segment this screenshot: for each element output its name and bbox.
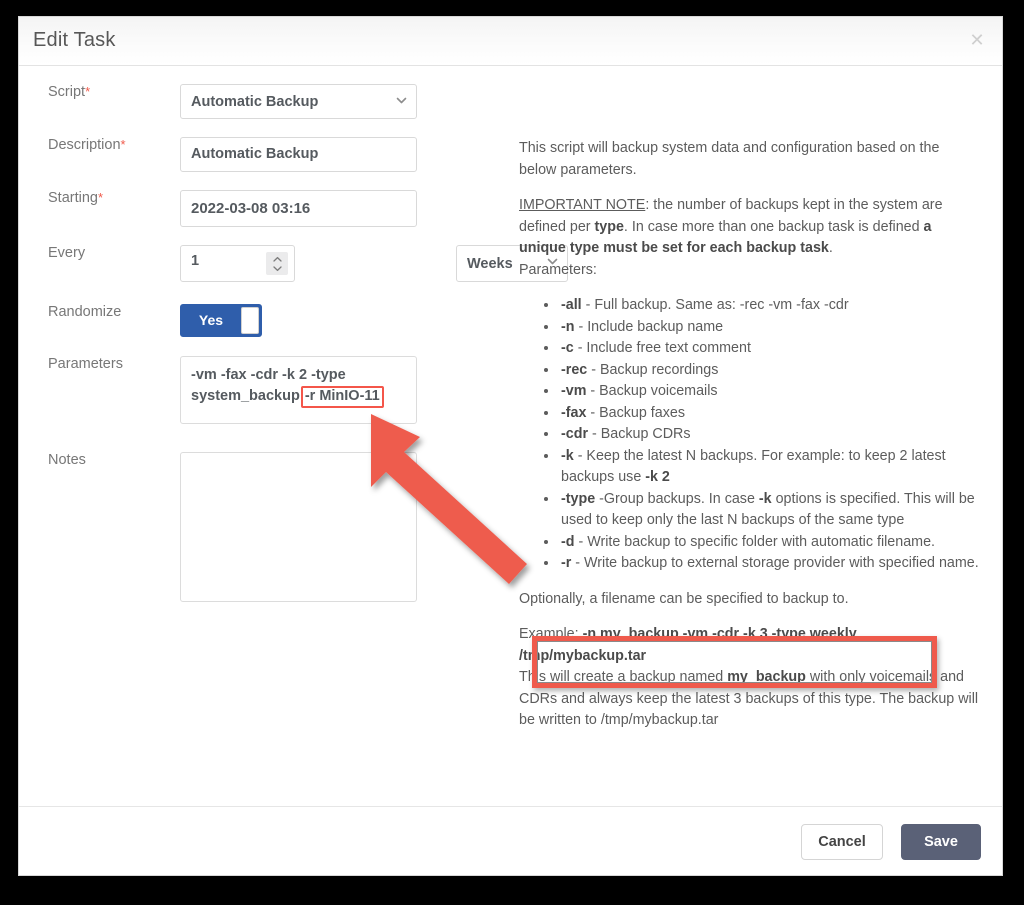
flag-desc: - Keep the latest N backups. For example… bbox=[561, 447, 946, 486]
script-label: Script* bbox=[48, 84, 91, 100]
required-asterisk: * bbox=[97, 190, 104, 205]
note-part3: . bbox=[828, 240, 833, 256]
every-number-wrap: 1 bbox=[180, 245, 295, 282]
randomize-toggle-label: Yes bbox=[198, 312, 224, 328]
every-value: 1 bbox=[191, 253, 200, 269]
flag-label: -type bbox=[561, 490, 596, 507]
flag-desc: - Write backup to external storage provi… bbox=[571, 555, 979, 571]
script-select-control: Automatic Backup bbox=[180, 84, 417, 119]
flag-desc-bold: -k 2 bbox=[645, 469, 670, 485]
flag-desc: - Full backup. Same as: -rec -vm -fax -c… bbox=[581, 297, 849, 313]
screenshot-root: Edit Task ✕ Script* Automatic Backup Des… bbox=[0, 0, 1024, 905]
list-item-type: -type -Group backups. In case -k options… bbox=[559, 489, 979, 532]
spinner-updown-icon[interactable] bbox=[266, 252, 288, 275]
list-item-r: -r - Write backup to external storage pr… bbox=[559, 553, 979, 575]
flag-desc-bold: -k bbox=[758, 490, 772, 507]
list-item: -all - Full backup. Same as: -rec -vm -f… bbox=[559, 295, 979, 317]
important-note-label: IMPORTANT NOTE bbox=[519, 197, 646, 213]
flag-label: -rec bbox=[561, 361, 588, 378]
starting-value: 2022-03-08 03:16 bbox=[191, 200, 311, 217]
list-item: -cdr - Backup CDRs bbox=[559, 424, 979, 446]
save-button[interactable]: Save bbox=[901, 824, 981, 860]
notes-label: Notes bbox=[48, 452, 86, 468]
list-item-d: -d - Write backup to specific folder wit… bbox=[559, 532, 979, 554]
dialog-header: Edit Task ✕ bbox=[19, 17, 1002, 66]
starting-label: Starting* bbox=[48, 190, 104, 206]
list-item: -c - Include free text comment bbox=[559, 338, 979, 360]
dialog-body: Script* Automatic Backup Description* Au… bbox=[19, 66, 1002, 806]
required-asterisk: * bbox=[85, 84, 91, 99]
dialog-title: Edit Task bbox=[33, 29, 116, 51]
parameters-heading: Parameters: bbox=[519, 261, 597, 278]
parameters-control: -vm -fax -cdr -k 2 -type system_backup -r… bbox=[180, 356, 417, 424]
help-example: Example: -n my_backup -vm -cdr -k 3 -typ… bbox=[519, 624, 979, 732]
note-part2: . In case more than one backup task is d… bbox=[623, 218, 924, 235]
flag-desc: -Group backups. In case bbox=[595, 490, 759, 507]
notes-control bbox=[180, 452, 417, 602]
flag-desc: - Include backup name bbox=[574, 318, 724, 335]
list-item: -rec - Backup recordings bbox=[559, 360, 979, 382]
flag-desc: - Backup voicemails bbox=[586, 383, 718, 399]
randomize-control: Yes bbox=[180, 304, 262, 337]
parameters-label: Parameters bbox=[48, 356, 123, 372]
parameters-highlight: -r MinIO-11 bbox=[300, 386, 384, 408]
flag-label: -vm bbox=[561, 383, 587, 399]
flag-desc: - Write backup to specific folder with a… bbox=[574, 533, 935, 550]
help-optional-line: Optionally, a filename can be specified … bbox=[519, 590, 849, 607]
starting-datetime-input[interactable]: 2022-03-08 03:16 bbox=[180, 190, 417, 227]
every-controls: 1 Weeks bbox=[180, 245, 568, 282]
description-label: Description* bbox=[48, 137, 126, 153]
flag-label: -fax bbox=[561, 404, 587, 421]
parameters-textarea[interactable]: -vm -fax -cdr -k 2 -type system_backup -r… bbox=[180, 356, 417, 424]
help-panel: This script will backup system data and … bbox=[519, 138, 979, 746]
note-bold-type: type bbox=[594, 218, 624, 235]
every-unit-value: Weeks bbox=[467, 256, 513, 272]
description-input[interactable]: Automatic Backup bbox=[180, 137, 417, 172]
starting-input-control: 2022-03-08 03:16 bbox=[180, 190, 417, 227]
task-form: Script* Automatic Backup Description* Au… bbox=[19, 66, 568, 806]
edit-task-dialog: Edit Task ✕ Script* Automatic Backup Des… bbox=[18, 16, 1003, 876]
flag-label: -n bbox=[561, 318, 575, 335]
flag-label: -d bbox=[561, 533, 575, 550]
help-important-note: IMPORTANT NOTE: the number of backups ke… bbox=[519, 195, 979, 281]
cancel-button[interactable]: Cancel bbox=[801, 824, 883, 860]
randomize-label: Randomize bbox=[48, 304, 122, 320]
flag-desc: - Include free text comment bbox=[573, 340, 751, 356]
dialog-footer: Cancel Save bbox=[19, 806, 1002, 875]
script-select-value: Automatic Backup bbox=[191, 94, 319, 110]
flag-label: -cdr bbox=[561, 426, 589, 442]
parameter-list: -all - Full backup. Same as: -rec -vm -f… bbox=[519, 295, 979, 575]
required-asterisk: * bbox=[120, 137, 126, 152]
list-item: -vm - Backup voicemails bbox=[559, 381, 979, 403]
list-item: -n - Include backup name bbox=[559, 317, 979, 339]
list-item: -fax - Backup faxes bbox=[559, 403, 979, 425]
notes-textarea[interactable] bbox=[180, 452, 417, 602]
flag-desc: - Backup recordings bbox=[587, 361, 719, 378]
toggle-knob bbox=[241, 307, 259, 334]
example-desc-bold: my_backup bbox=[727, 669, 806, 685]
script-select[interactable]: Automatic Backup bbox=[180, 84, 417, 119]
flag-label: -c bbox=[561, 340, 574, 356]
flag-desc: - Backup CDRs bbox=[588, 426, 691, 442]
help-intro: This script will backup system data and … bbox=[519, 140, 940, 178]
randomize-toggle[interactable]: Yes bbox=[180, 304, 262, 337]
list-item-k: -k - Keep the latest N backups. For exam… bbox=[559, 446, 979, 489]
flag-label: -all bbox=[561, 297, 582, 313]
chevron-down-icon bbox=[396, 95, 407, 105]
every-label: Every bbox=[48, 245, 86, 261]
flag-desc: - Backup faxes bbox=[586, 404, 685, 421]
flag-label: -r bbox=[561, 555, 572, 571]
example-label: Example: bbox=[519, 626, 583, 642]
example-desc-a: This will create a backup named bbox=[519, 669, 728, 685]
flag-label: -k bbox=[561, 447, 574, 464]
description-value: Automatic Backup bbox=[191, 146, 319, 162]
close-icon[interactable]: ✕ bbox=[966, 29, 988, 51]
description-input-control: Automatic Backup bbox=[180, 137, 417, 172]
